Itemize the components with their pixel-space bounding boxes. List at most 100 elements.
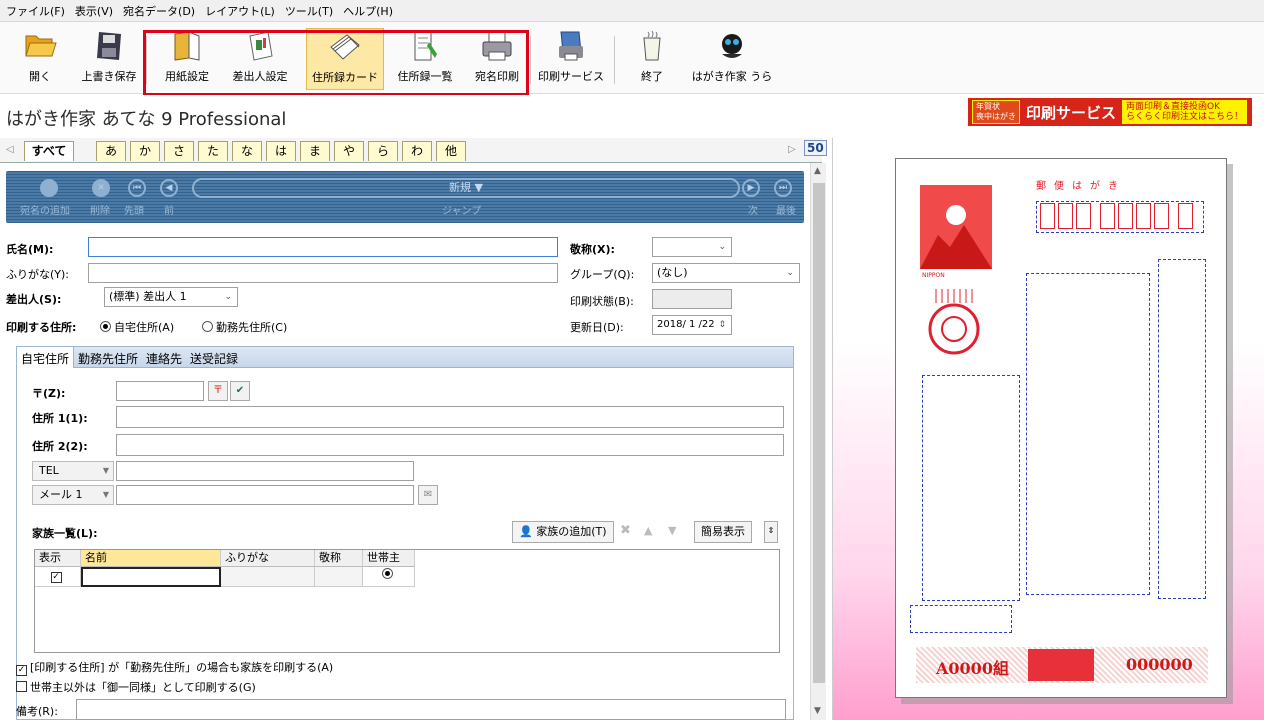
row-name-cell[interactable] [81, 567, 221, 587]
paper-settings-button[interactable]: 用紙設定 [160, 28, 214, 90]
home-address-radio[interactable]: 自宅住所(A) [100, 319, 174, 335]
tab-sa[interactable]: さ [164, 141, 194, 161]
printer-icon [479, 28, 515, 64]
tel-input[interactable] [116, 461, 414, 481]
memo-input[interactable] [76, 699, 786, 720]
scroll-thumb[interactable] [813, 183, 825, 683]
mail-type-select[interactable]: メール 1 ▼ [32, 485, 114, 505]
tab-other[interactable]: 他 [436, 141, 466, 161]
tab-scroll-right-icon[interactable]: ▷ [788, 144, 796, 155]
tab-home-address[interactable]: 自宅住所 [17, 347, 75, 370]
menu-address-data[interactable]: 宛名データ(D) [123, 3, 195, 19]
menu-help[interactable]: ヘルプ(H) [343, 3, 393, 19]
gyoichidou-checkbox[interactable]: 世帯主以外は「御一同様」として印刷する(G) [16, 679, 256, 695]
stamp-sunrise-icon: NIPPON [920, 185, 992, 279]
tab-contacts[interactable]: 連絡先 [142, 347, 186, 370]
next-record-icon[interactable]: ▶ [742, 179, 760, 197]
row-honorific-cell[interactable] [315, 567, 363, 587]
tab-ka[interactable]: か [130, 141, 160, 161]
group-label: グループ(Q): [570, 268, 635, 281]
delete-record-icon[interactable]: ✕ [92, 179, 110, 197]
group-select[interactable]: (なし) ⌄ [652, 263, 800, 283]
zip-search-icon[interactable]: 〒 [208, 381, 228, 401]
print-address-button[interactable]: 宛名印刷 [470, 28, 524, 90]
tel-type-select[interactable]: TEL ▼ [32, 461, 114, 481]
row-household-radio[interactable] [363, 567, 415, 587]
print-family-work-checkbox[interactable]: ✓ [印刷する住所] が「勤務先住所」の場合も家族を印刷する(A) [16, 659, 333, 676]
address-list-button[interactable]: 住所録一覧 [392, 28, 458, 90]
address-card-button[interactable]: 住所録カード [306, 28, 384, 90]
tab-ta[interactable]: た [198, 141, 228, 161]
address1-input[interactable] [116, 406, 784, 428]
last-record-icon[interactable]: ⏭ [774, 179, 792, 197]
print-address-label: 印刷する住所: [6, 321, 77, 334]
form-scrollbar[interactable]: ▲ ▼ [810, 163, 826, 720]
tab-wa[interactable]: わ [402, 141, 432, 161]
scroll-down-icon[interactable]: ▼ [814, 706, 821, 716]
move-up-icon[interactable]: ▲ [644, 521, 652, 543]
postmark-icon [928, 289, 980, 355]
radio-unselected-icon [202, 321, 213, 332]
print-service-banner[interactable]: 年賀状 喪中はがき 印刷サービス 両面印刷＆直接投函OK らくらく印刷注文はこちら！ [968, 98, 1252, 126]
hagaki-sakka-ura-button[interactable]: はがき作家 うら [692, 28, 772, 90]
honorific-select[interactable]: ⌄ [652, 237, 732, 257]
name-input[interactable] [88, 237, 558, 257]
tab-scroll-left-icon[interactable]: ◁ [6, 144, 14, 155]
move-down-icon[interactable]: ▼ [668, 521, 676, 543]
jump-selector[interactable]: 新規 ▼ [192, 178, 740, 198]
zip-input[interactable] [116, 381, 204, 401]
menu-file[interactable]: ファイル(F) [6, 3, 65, 19]
postcard-preview[interactable]: NIPPON 郵便はがき A0000組 000000 [895, 158, 1227, 698]
kana-tab-bar: ◁ すべて あ か さ た な は ま や ら わ 他 ▷ 50 [0, 138, 827, 163]
sender-settings-button[interactable]: 差出人設定 [226, 28, 294, 90]
menu-layout[interactable]: レイアウト(L) [205, 3, 275, 19]
work-address-radio[interactable]: 勤務先住所(C) [202, 319, 287, 335]
chevron-down-icon: ⌄ [718, 242, 726, 252]
row-display-checkbox[interactable]: ✓ [35, 567, 81, 587]
zip-lookup-icon[interactable]: ✔ [230, 381, 250, 401]
tab-a[interactable]: あ [96, 141, 126, 161]
mail-input[interactable] [116, 485, 414, 505]
person-add-icon: 👤 [519, 525, 533, 538]
delete-record-label: 削除 [90, 206, 110, 217]
tab-ya[interactable]: や [334, 141, 364, 161]
sender-card-icon [242, 28, 278, 64]
yubin-hagaki-text: 郵便はがき [1036, 181, 1126, 192]
tab-work-address[interactable]: 勤務先住所 [74, 347, 142, 370]
updated-date-spinner[interactable]: 2018/ 1 /22 ⇕ [652, 315, 732, 335]
print-service-button[interactable]: 印刷サービス [538, 28, 604, 90]
tab-na[interactable]: な [232, 141, 262, 161]
open-button[interactable]: 開く [20, 28, 60, 90]
overwrite-save-button[interactable]: 上書き保存 [78, 28, 140, 90]
mail-send-icon[interactable]: ✉ [418, 485, 438, 505]
folder-open-icon [22, 28, 58, 64]
sender-label: 差出人(S): [6, 293, 62, 306]
tab-ma[interactable]: ま [300, 141, 330, 161]
furigana-input[interactable] [88, 263, 558, 283]
menu-tools[interactable]: ツール(T) [285, 3, 333, 19]
tab-all[interactable]: すべて [24, 141, 74, 161]
tab-ha[interactable]: は [266, 141, 296, 161]
scroll-up-icon[interactable]: ▲ [814, 166, 821, 176]
lottery-group-text: A0000組 [936, 659, 1009, 678]
menu-view[interactable]: 表示(V) [75, 3, 113, 19]
address2-input[interactable] [116, 434, 784, 456]
add-record-icon[interactable] [40, 179, 58, 197]
delete-family-icon[interactable]: ✖ [620, 521, 631, 543]
tab-ra[interactable]: ら [368, 141, 398, 161]
col-name[interactable]: 名前 [81, 550, 221, 567]
list-pencil-icon [407, 28, 443, 64]
card-stack-icon [327, 29, 363, 65]
prev-record-icon[interactable]: ◀ [160, 179, 178, 197]
add-family-button[interactable]: 👤 家族の追加(T) [512, 521, 614, 543]
fifty-sound-toggle[interactable]: 50 [804, 140, 827, 156]
tab-send-receive[interactable]: 送受記録 [186, 347, 242, 370]
radio-selected-icon [381, 568, 393, 579]
row-furigana-cell[interactable] [221, 567, 315, 587]
simple-view-button[interactable]: 簡易表示 [694, 521, 752, 543]
view-spinner-icon[interactable]: ⇕ [764, 521, 778, 543]
exit-button[interactable]: 終了 [636, 28, 668, 90]
toolbar-separator [146, 36, 147, 84]
sender-select[interactable]: (標準) 差出人 1 ⌄ [104, 287, 238, 307]
first-record-icon[interactable]: ⏮ [128, 179, 146, 197]
